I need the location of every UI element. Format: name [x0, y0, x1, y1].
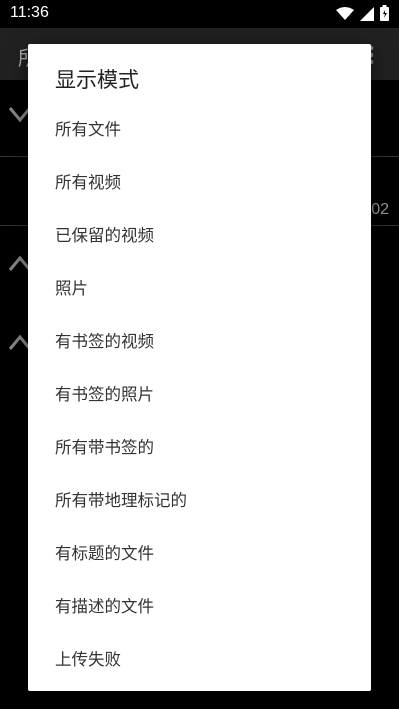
option-label: 所有视频: [55, 173, 121, 192]
option-label: 所有带书签的: [55, 438, 154, 457]
option-bookmarked-videos[interactable]: 有书签的视频: [28, 315, 371, 368]
option-titled-files[interactable]: 有标题的文件: [28, 527, 371, 580]
option-bookmarked-photos[interactable]: 有书签的照片: [28, 368, 371, 421]
option-label: 所有文件: [55, 120, 121, 139]
option-label: 所有带地理标记的: [55, 491, 187, 510]
dialog-title: 显示模式: [55, 68, 139, 92]
option-label: 有标题的文件: [55, 544, 154, 563]
option-label: 有描述的文件: [55, 597, 154, 616]
option-all-files[interactable]: 所有文件: [28, 103, 371, 156]
option-label: 已保留的视频: [55, 226, 154, 245]
option-all-videos[interactable]: 所有视频: [28, 156, 371, 209]
status-time: 11:36: [10, 4, 49, 21]
option-photos[interactable]: 照片: [28, 262, 371, 315]
option-all-geotagged[interactable]: 所有带地理标记的: [28, 474, 371, 527]
option-label: 照片: [55, 279, 88, 298]
option-upload-failed[interactable]: 上传失败: [28, 633, 371, 686]
signal-icon: [360, 6, 374, 25]
background-row-value: 02: [371, 201, 389, 218]
display-mode-dialog: 显示模式 所有文件 所有视频 已保留的视频 照片 有书签的视频 有书签的照片 所…: [28, 44, 371, 691]
option-kept-videos[interactable]: 已保留的视频: [28, 209, 371, 262]
option-described-files[interactable]: 有描述的文件: [28, 580, 371, 633]
status-icons: [336, 5, 389, 25]
wifi-icon: [336, 6, 354, 25]
option-all-bookmarked[interactable]: 所有带书签的: [28, 421, 371, 474]
battery-icon: [380, 5, 389, 25]
option-label: 有书签的照片: [55, 385, 154, 404]
option-label: 有书签的视频: [55, 332, 154, 351]
status-bar: 11:36: [0, 0, 399, 28]
option-label: 上传失败: [55, 650, 121, 669]
